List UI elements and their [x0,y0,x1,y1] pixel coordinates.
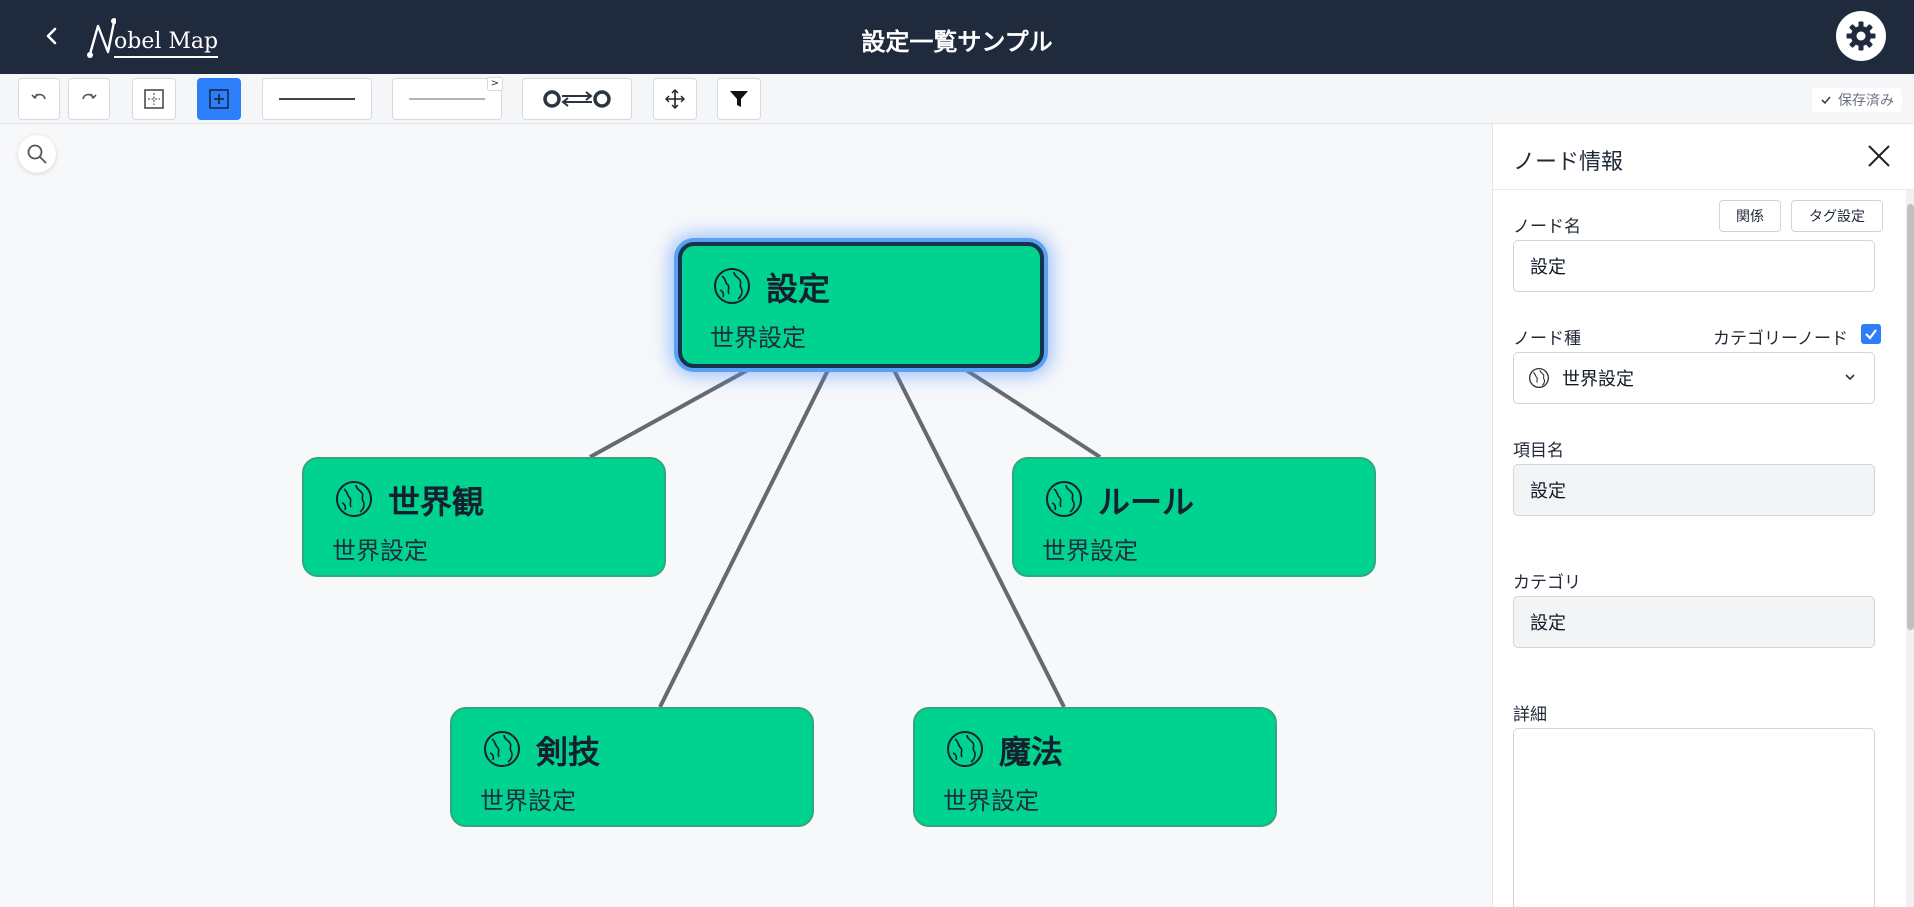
gear-icon [1846,21,1876,51]
undo-button[interactable] [18,78,60,120]
redo-icon [82,93,97,100]
globe-icon [1528,367,1550,389]
node-type: 世界設定 [710,324,806,352]
node-type-select[interactable]: 世界設定 [1513,352,1875,404]
nobel-map-logo-icon [87,18,116,58]
globe-icon [336,481,372,517]
node-type: 世界設定 [480,787,576,815]
save-status-label: 保存済み [1838,93,1894,109]
line-options-badge[interactable]: > [486,77,503,91]
node-type-value: 世界設定 [1562,369,1634,390]
filter-icon [730,91,748,107]
detail-textarea[interactable] [1513,728,1875,907]
check-icon [1821,96,1831,105]
node-info-panel: ノード情報 関係 タグ設定 ノード名 設定 ノード種 カテゴリーノード 世界設定… [1492,124,1914,907]
search-icon [27,144,47,164]
close-icon [1868,145,1890,167]
detail-label: 詳細 [1513,705,1547,725]
solid-line-icon [279,98,355,100]
tag-settings-button[interactable]: タグ設定 [1791,200,1883,232]
save-status: 保存済み [1812,88,1902,112]
close-panel-button[interactable] [1863,140,1895,172]
chevron-left-icon [46,27,57,45]
globe-icon [1046,481,1082,517]
edge-settei-rule[interactable] [958,364,1102,459]
panel-scrollbar[interactable] [1906,190,1914,907]
settings-button[interactable] [1836,11,1886,61]
redo-button[interactable] [68,78,110,120]
move-button[interactable] [653,78,697,120]
node-name: ルール [1098,483,1195,521]
node-rule[interactable]: ルール 世界設定 [1012,457,1376,577]
node-type: 世界設定 [332,537,428,565]
relation-direction-button[interactable] [522,78,632,120]
node-name: 剣技 [536,733,601,771]
panel-header: ノード情報 [1493,124,1914,190]
node-name-input[interactable]: 設定 [1513,240,1875,292]
node-type: 世界設定 [1042,537,1138,565]
node-name: 世界観 [388,483,485,521]
undo-icon [31,93,46,100]
node-settei[interactable]: 設定 世界設定 [678,242,1044,368]
page-title: 設定一覧サンプル [861,28,1053,56]
layout-button[interactable] [132,78,176,120]
logo-text: obel Map [114,29,219,58]
back-button[interactable] [34,18,70,54]
move-icon [665,89,685,109]
thin-line-icon [409,98,485,100]
globe-icon [484,731,520,767]
node-type-label: ノード種 [1513,329,1581,349]
app-header: obel Map 設定一覧サンプル [0,0,1914,74]
bidirectional-link-icon [543,90,611,108]
item-name-input[interactable]: 設定 [1513,464,1875,516]
category-node-label: カテゴリーノード [1713,329,1848,349]
category-node-checkbox[interactable] [1861,324,1881,344]
node-mahou[interactable]: 魔法 世界設定 [913,707,1277,827]
scrollbar-thumb[interactable] [1907,204,1914,630]
node-sekaikan[interactable]: 世界観 世界設定 [302,457,666,577]
item-name-label: 項目名 [1513,441,1564,461]
node-kengi[interactable]: 剣技 世界設定 [450,707,814,827]
solid-line-button[interactable] [262,78,372,120]
app-logo[interactable]: obel Map [86,16,219,58]
add-box-icon [209,89,229,109]
thin-line-button[interactable]: > [392,77,503,120]
node-name: 設定 [766,270,831,308]
category-input[interactable]: 設定 [1513,596,1875,648]
edge-settei-kengi[interactable] [658,365,832,708]
panel-title: ノード情報 [1513,150,1624,175]
search-button[interactable] [18,135,56,173]
filter-button[interactable] [717,78,761,120]
map-canvas[interactable]: 設定 世界設定 世界観 世界設定 ルール 世界設定 剣技 世界設定 魔法 世界設… [0,124,1492,907]
check-icon [1865,329,1877,340]
node-name-label: ノード名 [1513,217,1581,237]
node-type: 世界設定 [943,787,1039,815]
globe-icon [714,268,750,304]
add-node-button[interactable] [197,78,241,120]
node-name: 魔法 [999,733,1064,771]
relation-button[interactable]: 関係 [1719,200,1781,232]
category-label: カテゴリ [1513,573,1581,593]
chevron-down-icon [1845,374,1855,381]
layout-grid-icon [144,89,164,109]
toolbar: > 保存済み [0,74,1914,124]
globe-icon [947,731,983,767]
edge-settei-sekaikan[interactable] [589,364,756,459]
